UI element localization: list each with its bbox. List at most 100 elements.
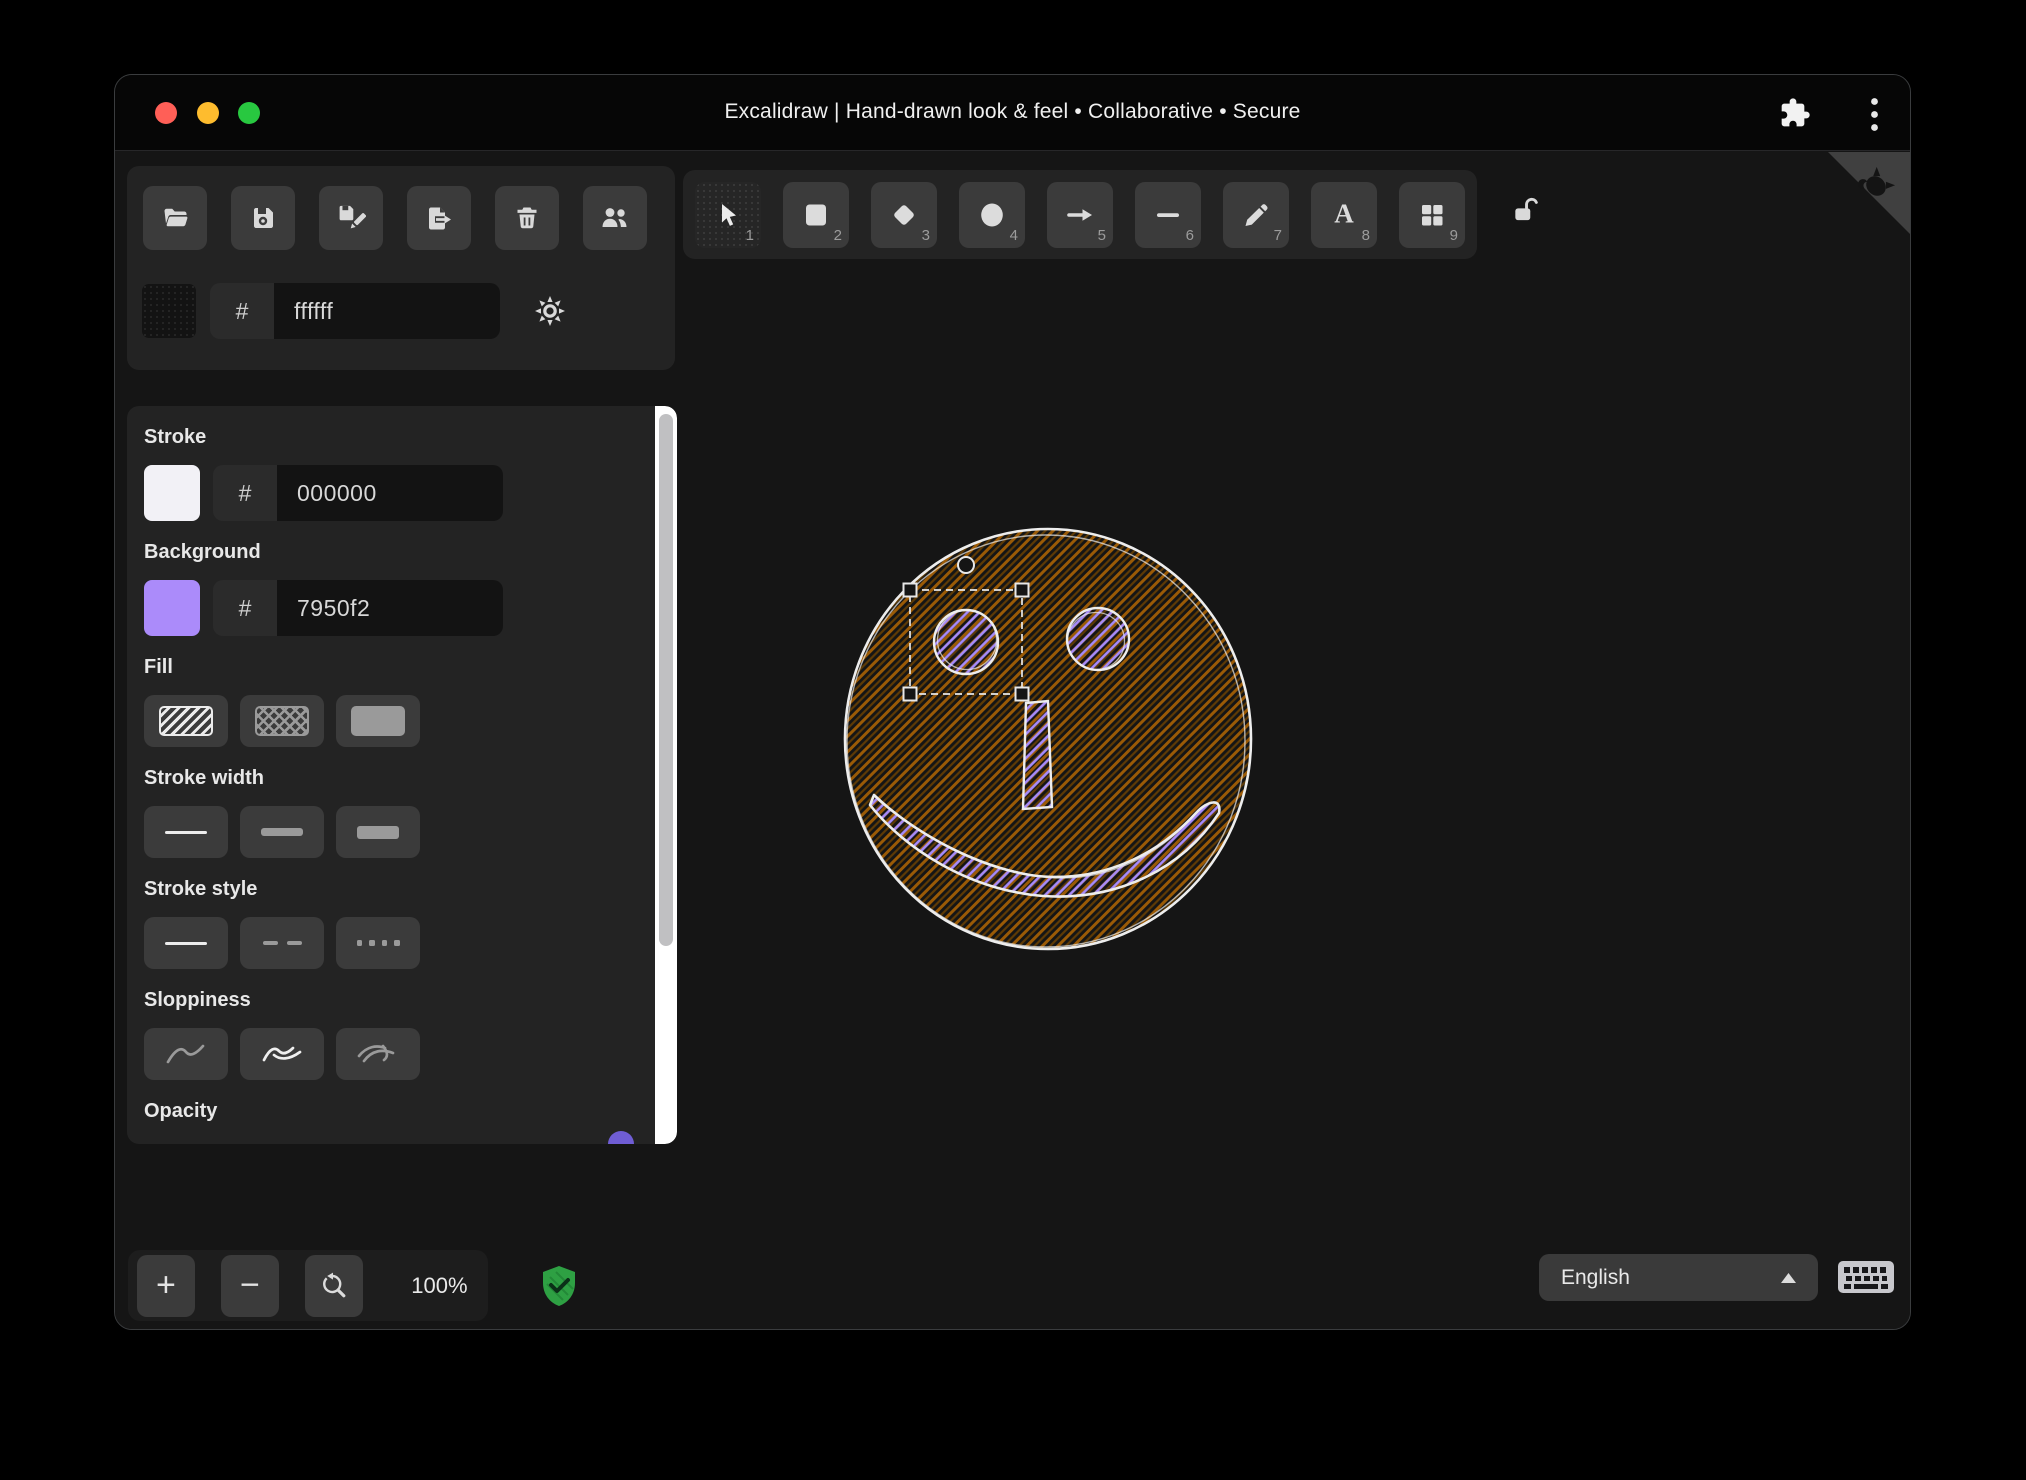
tool-shortcut: 7 (1273, 226, 1282, 244)
tool-line[interactable]: 6 (1135, 181, 1201, 248)
app-window: Excalidraw | Hand-drawn look & feel • Co… (114, 74, 1911, 1330)
zoom-out-button[interactable]: − (220, 1254, 279, 1317)
hex-hash-prefix: # (210, 283, 274, 339)
stroke-style-label: Stroke style (144, 878, 258, 900)
sloppiness-label: Sloppiness (144, 989, 251, 1011)
browser-menu-kebab-icon[interactable] (1870, 97, 1879, 132)
reset-zoom-icon (322, 1272, 346, 1297)
export-file-icon (429, 207, 451, 229)
stroke-style-dashed-button[interactable] (240, 917, 324, 969)
ellipse-icon (981, 203, 1003, 226)
tool-shortcut: 6 (1185, 226, 1194, 244)
arrow-icon (1067, 208, 1092, 221)
zoom-in-button[interactable]: + (137, 1254, 195, 1317)
smiley-right-eye[interactable] (1065, 606, 1131, 672)
tool-selection[interactable]: 1 (695, 181, 761, 248)
background-hex-input[interactable]: # 7950f2 (213, 580, 503, 636)
collaborators-button[interactable] (583, 186, 647, 250)
resize-handle-nw (902, 582, 918, 598)
fill-hachure-button[interactable] (144, 695, 228, 747)
save-as-button[interactable] (319, 186, 383, 250)
stroke-width-extra-bold-button[interactable] (336, 806, 420, 858)
stroke-width-thin-button[interactable] (144, 806, 228, 858)
extra-bold-line-icon (357, 825, 399, 839)
smiley-nose[interactable] (1021, 699, 1054, 811)
architect-squiggle-icon (166, 1044, 205, 1064)
drawing-canvas[interactable]: # ffffff 1 2 3 4 5 6 7 A 8 9 Stroke # 00… (115, 152, 1910, 1329)
stroke-style-dotted-button[interactable] (336, 917, 420, 969)
caret-up-icon (1781, 1272, 1796, 1283)
theme-sun-icon[interactable] (533, 294, 567, 328)
github-corner-ribbon[interactable] (1828, 152, 1910, 234)
stroke-label: Stroke (144, 426, 207, 448)
sloppiness-options (144, 1028, 614, 1080)
fill-label: Fill (144, 656, 173, 678)
cursor-icon (722, 203, 736, 226)
stroke-hex-input[interactable]: # 000000 (213, 465, 503, 521)
smiley-drawing[interactable] (830, 517, 1270, 977)
keyboard-shortcuts-icon[interactable] (1837, 1257, 1895, 1297)
tool-shortcut: 2 (833, 226, 842, 244)
diamond-icon (894, 204, 914, 225)
open-file-button[interactable] (143, 186, 207, 250)
background-label: Background (144, 541, 261, 563)
background-hex-value[interactable]: 7950f2 (277, 580, 503, 636)
background-color-swatch[interactable] (144, 580, 200, 636)
canvas-background-hex-input[interactable]: # ffffff (210, 283, 500, 339)
line-icon (1157, 212, 1179, 217)
folder-open-icon (164, 208, 187, 227)
encryption-shield-icon[interactable] (539, 1264, 579, 1308)
title-bar: Excalidraw | Hand-drawn look & feel • Co… (115, 75, 1910, 151)
tool-diamond[interactable]: 3 (871, 181, 937, 248)
canvas-background-swatch[interactable] (141, 283, 197, 339)
fill-solid-button[interactable] (336, 695, 420, 747)
tool-ellipse[interactable]: 4 (959, 181, 1025, 248)
sloppiness-cartoonist-button[interactable] (336, 1028, 420, 1080)
tool-shapes-library[interactable]: 9 (1399, 181, 1465, 248)
resize-handle-se (1014, 686, 1030, 702)
solid-line-icon (165, 941, 207, 945)
fill-cross-hatch-button[interactable] (240, 695, 324, 747)
clear-canvas-button[interactable] (495, 186, 559, 250)
tool-text[interactable]: A 8 (1311, 181, 1377, 248)
sloppiness-artist-button[interactable] (240, 1028, 324, 1080)
zoom-level[interactable]: 100% (391, 1273, 488, 1299)
stroke-style-options (144, 917, 614, 969)
extension-puzzle-icon[interactable] (1779, 97, 1811, 129)
tool-arrow[interactable]: 5 (1047, 181, 1113, 248)
stroke-style-solid-button[interactable] (144, 917, 228, 969)
stroke-color-swatch[interactable] (144, 465, 200, 521)
tool-shortcut: 8 (1361, 226, 1370, 244)
hachure-icon (159, 706, 213, 736)
reset-zoom-button[interactable] (304, 1254, 363, 1317)
artist-squiggle-icon (262, 1046, 302, 1062)
tool-rectangle[interactable]: 2 (783, 181, 849, 248)
stroke-width-bold-button[interactable] (240, 806, 324, 858)
window-title: Excalidraw | Hand-drawn look & feel • Co… (724, 100, 1301, 123)
tool-shortcut: 4 (1009, 226, 1018, 244)
tool-shortcut: 5 (1097, 226, 1106, 244)
rectangle-icon (806, 204, 826, 225)
smiley-left-eye[interactable] (932, 608, 1000, 676)
tool-shortcut: 1 (745, 226, 754, 244)
fill-options (144, 695, 614, 747)
save-button[interactable] (231, 186, 295, 250)
panel-scrollbar[interactable] (655, 406, 677, 1144)
tool-draw[interactable]: 7 (1223, 181, 1289, 248)
collaborators-icon (602, 208, 627, 227)
stroke-width-label: Stroke width (144, 767, 265, 789)
language-value: English (1561, 1265, 1630, 1289)
opacity-slider-thumb[interactable] (608, 1131, 634, 1144)
lock-unlocked-icon[interactable] (1510, 194, 1542, 226)
export-image-button[interactable] (407, 186, 471, 250)
text-icon: A (1334, 200, 1354, 229)
rotate-handle (957, 556, 975, 574)
dashed-line-icon (262, 940, 302, 946)
stroke-width-options (144, 806, 614, 858)
canvas-background-hex-value[interactable]: ffffff (274, 283, 500, 339)
sloppiness-architect-button[interactable] (144, 1028, 228, 1080)
panel-scrollbar-thumb[interactable] (659, 414, 673, 946)
stroke-hex-value[interactable]: 000000 (277, 465, 503, 521)
zoom-island: + − 100% (128, 1250, 488, 1321)
language-select[interactable]: English (1539, 1254, 1818, 1301)
